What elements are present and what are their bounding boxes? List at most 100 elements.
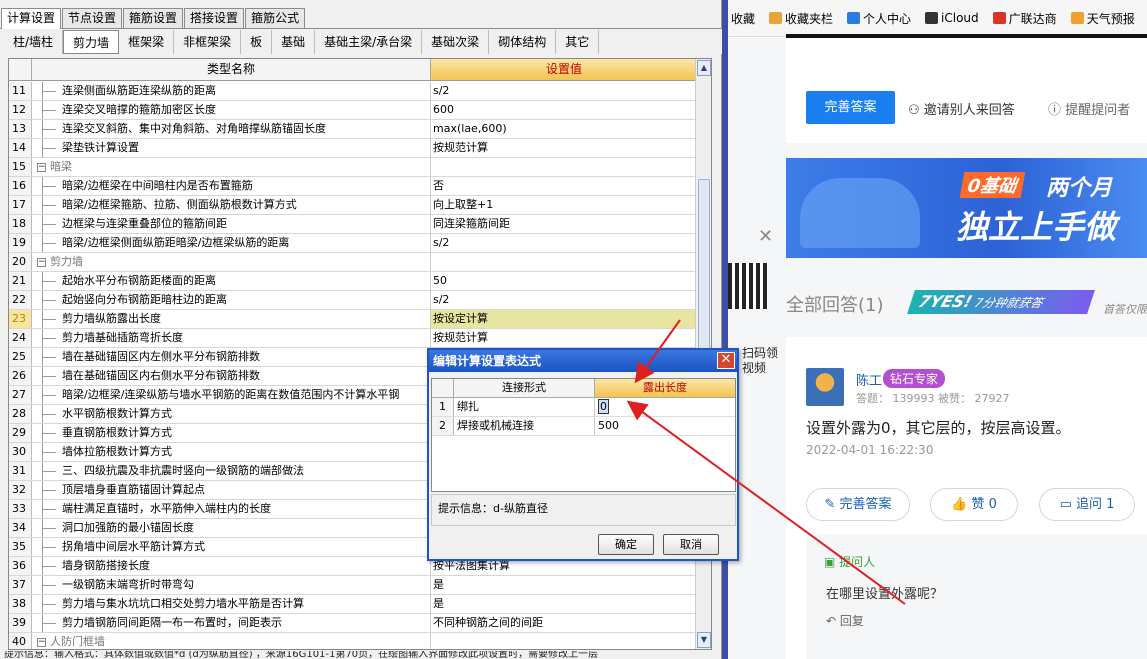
table-row[interactable]: 40− 人防门框墙 [9,633,697,649]
ad-banner[interactable]: 0基础 两个月 独立上手做 [786,158,1147,258]
follow-up-button[interactable]: ▭ 追问 1 [1039,488,1135,521]
complete-answer-button[interactable]: 完善答案 [806,91,895,124]
remind-link[interactable]: ⓘ 提醒提问者 [1048,99,1130,118]
col-value-header[interactable]: 设置值 [431,59,697,80]
dialog-row[interactable]: 1 绑扎 0 [432,398,735,417]
dialog-row-value[interactable]: 500 [595,417,735,435]
row-value[interactable]: s/2 [431,234,697,252]
row-value[interactable]: 向上取整+1 [431,196,697,214]
table-row[interactable]: 16 暗梁/边框梁在中间暗柱内是否布置箍筋 否 [9,177,697,196]
table-row[interactable]: 21 起始水平分布钢筋距楼面的距离 50 [9,272,697,291]
table-row[interactable]: 18 边框梁与连梁重叠部位的箍筋间距 同连梁箍筋间距 [9,215,697,234]
tree-line [42,101,43,119]
row-name-text: 暗梁 [50,160,72,173]
cancel-button[interactable]: 取消 [663,534,719,555]
bookmark-item[interactable]: 天气预报 [1070,10,1135,27]
table-row[interactable]: 17 暗梁/边框梁箍筋、拉筋、侧面纵筋根数计算方式 向上取整+1 [9,196,697,215]
bookmark-item[interactable]: 收藏 [728,10,755,27]
tab-top-3[interactable]: 搭接设置 [184,8,245,28]
table-row[interactable]: 38 剪力墙与集水坑坑口相交处剪力墙水平筋是否计算 是 [9,595,697,614]
scroll-up-icon[interactable]: ▲ [697,60,711,76]
row-value[interactable]: s/2 [431,82,697,100]
row-value[interactable]: 600 [431,101,697,119]
invite-link[interactable]: ⚇ 邀请别人来回答 [908,99,1015,118]
tab-sub-6[interactable]: 基础主梁/承台梁 [315,30,423,54]
table-row[interactable]: 20− 剪力墙 [9,253,697,272]
row-value[interactable]: 否 [431,177,697,195]
table-row[interactable]: 14 梁垫铁计算设置 按规范计算 [9,139,697,158]
row-value[interactable]: 50 [431,272,697,290]
row-value[interactable]: 按规范计算 [431,139,697,157]
row-value[interactable]: 不同种钢筋之间的间距 [431,614,697,632]
complete-answer-pill[interactable]: ✎ 完善答案 [806,488,910,521]
table-row[interactable]: 22 起始竖向分布钢筋距暗柱边的距离 s/2 [9,291,697,310]
reply-link[interactable]: ↶ 回复 [826,612,864,629]
tab-sub-3[interactable]: 非框架梁 [174,30,242,54]
table-row[interactable]: 15− 暗梁 [9,158,697,177]
row-value[interactable]: 是 [431,576,697,594]
dialog-row-type: 绑扎 [454,398,595,416]
table-row[interactable]: 39 剪力墙钢筋同间距隔一布一布置时，间距表示 不同种钢筋之间的间距 [9,614,697,633]
tab-top-4[interactable]: 箍筋公式 [245,8,306,28]
table-row[interactable]: 19 暗梁/边框梁侧面纵筋距暗梁/边框梁纵筋的距离 s/2 [9,234,697,253]
table-row[interactable]: 24 剪力墙基础插筋弯折长度 按规范计算 [9,329,697,348]
like-button[interactable]: 👍 赞 0 [930,488,1018,521]
row-value[interactable]: 按规范计算 [431,329,697,347]
collapse-icon[interactable]: − [37,637,46,647]
dialog-row-value[interactable]: 0 [595,398,735,416]
collapse-icon[interactable]: − [37,162,46,172]
col-connection-type[interactable]: 连接形式 [454,379,595,397]
dialog-row-value-text[interactable]: 0 [598,399,609,414]
row-value[interactable]: 是 [431,595,697,613]
tree-line [42,481,43,499]
ok-button[interactable]: 确定 [598,534,654,555]
dialog-row[interactable]: 2 焊接或机械连接 500 [432,417,735,436]
tab-sub-5[interactable]: 基础 [272,30,316,54]
tab-sub-4[interactable]: 板 [241,30,273,54]
row-value[interactable] [431,253,697,271]
row-value[interactable] [431,633,697,649]
tab-sub-1[interactable]: 剪力墙 [63,30,120,54]
table-row[interactable]: 12 连梁交叉暗撑的箍筋加密区长度 600 [9,101,697,120]
bookmark-item[interactable]: 个人中心 [847,10,911,27]
bookmark-item[interactable]: 广联达商 [992,10,1057,27]
row-value[interactable]: max(lae,600) [431,120,697,138]
row-value[interactable]: 按设定计算 [431,310,697,328]
bookmark-item[interactable]: iCloud [925,11,979,25]
row-name-text: 墙在基础锚固区内左侧水平分布钢筋排数 [62,350,260,363]
tab-top-1[interactable]: 节点设置 [62,8,123,28]
dialog-title-text: 编辑计算设置表达式 [433,354,542,368]
tab-sub-2[interactable]: 框架梁 [119,30,175,54]
row-name-text: 起始竖向分布钢筋距暗柱边的距离 [62,293,227,306]
avatar[interactable] [806,368,844,406]
table-row[interactable]: 13 连梁交叉斜筋、集中对角斜筋、对角暗撑纵筋锚固长度 max(lae,600) [9,120,697,139]
dialog-row-value-text[interactable]: 500 [598,419,619,432]
tree-line [42,177,43,195]
row-number: 32 [9,481,32,499]
col-exposed-length[interactable]: 露出长度 [595,379,735,397]
scroll-down-icon[interactable]: ▼ [697,632,711,648]
close-icon[interactable]: ✕ [758,226,773,247]
table-row[interactable]: 23 剪力墙纵筋露出长度 按设定计算 [9,310,697,329]
tab-sub-8[interactable]: 砌体结构 [489,30,557,54]
row-name: 边框梁与连梁重叠部位的箍筋间距 [32,215,431,233]
tree-line [42,310,43,328]
tab-sub-0[interactable]: 柱/墙柱 [4,30,64,54]
table-row[interactable]: 11 连梁侧面纵筋距连梁纵筋的距离 s/2 [9,82,697,101]
tab-sub-9[interactable]: 其它 [556,30,600,54]
bookmarks-bar: 收藏 收藏夹栏 个人中心 iCloud 广联达商 天气预报 [728,0,1147,37]
row-value[interactable] [431,158,697,176]
tree-line [42,348,43,366]
collapse-icon[interactable]: − [37,257,46,267]
col-name-header[interactable]: 类型名称 [32,59,431,80]
table-row[interactable]: 37 一级钢筋末端弯折时带弯勾 是 [9,576,697,595]
row-name: 墙在基础锚固区内右侧水平分布钢筋排数 [32,367,431,385]
bookmark-item[interactable]: 收藏夹栏 [769,10,833,27]
user-name[interactable]: 陈工 [856,370,882,389]
tab-top-0[interactable]: 计算设置 [1,8,62,29]
tab-sub-7[interactable]: 基础次梁 [422,30,490,54]
row-value[interactable]: 同连梁箍筋间距 [431,215,697,233]
tab-top-2[interactable]: 箍筋设置 [123,8,184,28]
close-icon[interactable]: ✕ [717,352,735,369]
row-value[interactable]: s/2 [431,291,697,309]
